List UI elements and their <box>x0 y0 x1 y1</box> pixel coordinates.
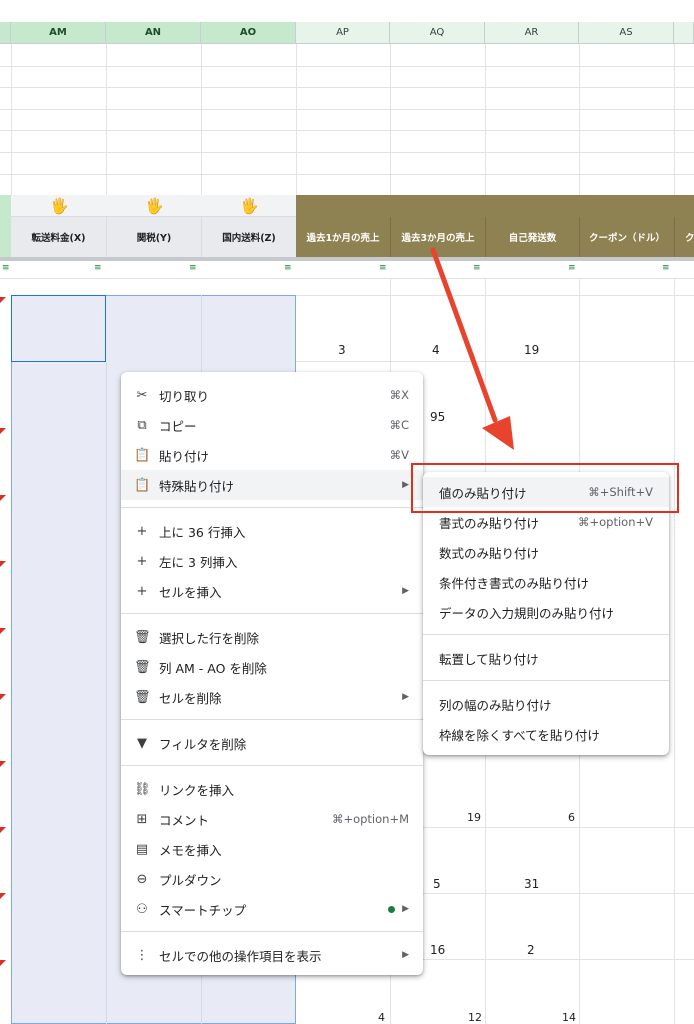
annotation-arrow <box>430 247 514 450</box>
